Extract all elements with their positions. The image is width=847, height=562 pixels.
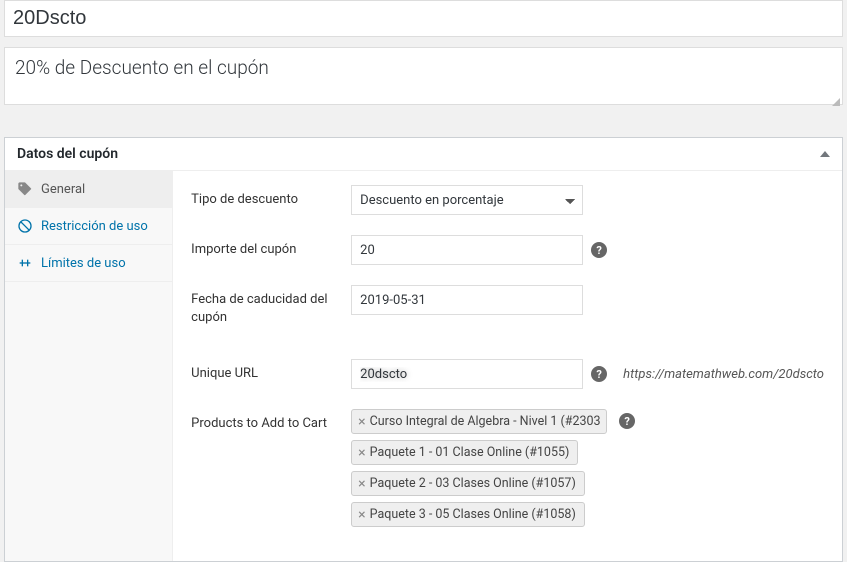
description-wrap: 20% de Descuento en el cupón (4, 47, 843, 109)
remove-tag-icon[interactable]: × (358, 508, 365, 522)
unique-url-hint: https://matemathweb.com/20dscto (623, 367, 824, 382)
help-icon[interactable]: ? (591, 366, 607, 382)
product-tag-label: Paquete 3 - 05 Clases Online (#1058) (370, 507, 576, 522)
product-tag[interactable]: × Paquete 1 - 01 Clase Online (#1055) (351, 440, 578, 465)
ban-icon (17, 218, 33, 234)
panel-nav: General Restricción de uso Límites de us… (5, 171, 173, 561)
collapse-icon[interactable] (820, 151, 830, 157)
remove-tag-icon[interactable]: × (358, 446, 365, 460)
product-tag[interactable]: × Paquete 3 - 05 Clases Online (#1058) (351, 502, 585, 527)
expiry-date-input[interactable] (351, 285, 583, 315)
help-icon[interactable]: ? (619, 413, 635, 429)
help-icon[interactable]: ? (591, 242, 607, 258)
products-label: Products to Add to Cart (191, 409, 351, 433)
limits-icon (17, 255, 33, 271)
expiry-date-label: Fecha de caducidad del cupón (191, 285, 351, 327)
remove-tag-icon[interactable]: × (358, 415, 365, 429)
nav-general[interactable]: General (5, 171, 172, 208)
discount-type-label: Tipo de descuento (191, 185, 351, 209)
coupon-amount-label: Importe del cupón (191, 235, 351, 259)
product-tag-label: Paquete 1 - 01 Clase Online (#1055) (370, 445, 570, 460)
remove-tag-icon[interactable]: × (358, 477, 365, 491)
nav-restriction-label: Restricción de uso (41, 219, 148, 234)
coupon-description-input[interactable]: 20% de Descuento en el cupón (4, 47, 843, 105)
nav-limits-label: Límites de uso (41, 256, 126, 271)
unique-url-input[interactable] (351, 359, 583, 389)
panel-header[interactable]: Datos del cupón (5, 138, 842, 171)
product-tag[interactable]: × Curso Integral de Algebra - Nivel 1 (#… (351, 409, 607, 434)
nav-usage-restriction[interactable]: Restricción de uso (5, 208, 172, 245)
product-tag[interactable]: × Paquete 2 - 03 Clases Online (#1057) (351, 471, 585, 496)
tag-icon (17, 181, 33, 197)
coupon-amount-input[interactable] (351, 235, 583, 265)
discount-type-select[interactable]: Descuento en porcentaje (351, 185, 583, 215)
nav-general-label: General (41, 182, 85, 197)
unique-url-label: Unique URL (191, 359, 351, 383)
coupon-title-input[interactable] (4, 0, 843, 37)
panel-title: Datos del cupón (17, 146, 118, 162)
panel-form: Tipo de descuento Descuento en porcentaj… (173, 171, 842, 561)
product-tag-label: Paquete 2 - 03 Clases Online (#1057) (370, 476, 576, 491)
coupon-data-panel: Datos del cupón General Restricción de u… (4, 137, 843, 562)
nav-usage-limits[interactable]: Límites de uso (5, 245, 172, 282)
product-tag-label: Curso Integral de Algebra - Nivel 1 (#23… (370, 414, 601, 429)
products-tag-list[interactable]: × Curso Integral de Algebra - Nivel 1 (#… (351, 409, 611, 527)
